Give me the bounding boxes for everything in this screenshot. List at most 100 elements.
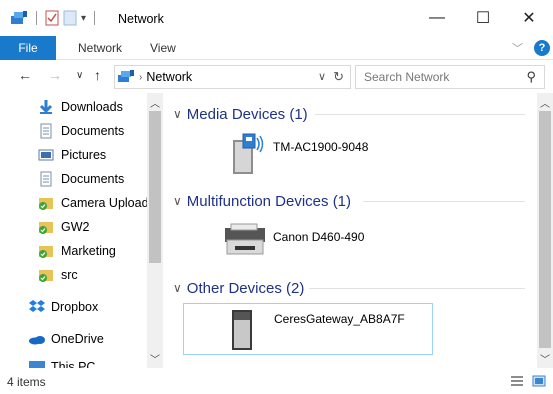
collapse-chevron-icon[interactable]: ∨ [173, 194, 182, 208]
quick-access-toolbar: ▾ [10, 10, 99, 26]
navigation-pane-scrollbar[interactable]: ︿ ﹀ [147, 93, 163, 368]
content-pane: ∨ Media Devices (1) TM-AC1900-9048 ∨ Mul… [163, 93, 537, 368]
group-title: Other Devices (2) [186, 279, 305, 297]
navigation-bar: ← → ∨ ↑ › Network ∨ ↻ ⚲ [0, 61, 553, 93]
sidebar-item-onedrive[interactable]: OneDrive [28, 328, 104, 350]
refresh-icon[interactable]: ↻ [333, 69, 344, 85]
toolbar-divider [94, 11, 96, 25]
synced-folder-icon [38, 195, 54, 211]
large-icons-view-icon[interactable] [532, 375, 546, 387]
search-icon[interactable]: ⚲ [526, 69, 536, 85]
close-icon: ✕ [522, 10, 536, 27]
address-dropdown-icon[interactable]: ∨ [318, 70, 326, 83]
title-bar: ▾ Network — ☐ ✕ [0, 0, 553, 36]
sidebar-item-label: Marketing [61, 244, 116, 258]
group-title: Multifunction Devices (1) [186, 192, 352, 210]
customize-toolbar-icon[interactable]: ▾ [81, 13, 86, 24]
ribbon-tabs: File Network View ﹀ ? [0, 36, 553, 60]
sidebar-item-label: Documents [61, 172, 125, 186]
group-divider [363, 201, 525, 202]
pictures-icon [38, 147, 54, 163]
breadcrumb-separator-icon[interactable]: › [139, 72, 142, 83]
sidebar-item-pictures[interactable]: Pictures 📌 [38, 144, 106, 166]
sidebar-item-downloads[interactable]: Downloads 📌 [38, 96, 123, 118]
group-header-multifunction-devices[interactable]: ∨ Multifunction Devices (1) [173, 190, 351, 212]
sidebar-item-label: OneDrive [51, 332, 104, 346]
item-count: 4 items [7, 375, 46, 389]
window-title: Network [118, 12, 164, 26]
group-title: Media Devices (1) [186, 105, 308, 123]
dropbox-icon [28, 299, 45, 315]
onedrive-icon [28, 331, 45, 347]
network-location-icon [118, 70, 134, 82]
back-arrow-icon[interactable]: ← [18, 67, 32, 83]
close-button[interactable]: ✕ [506, 4, 552, 32]
details-view-icon[interactable] [510, 375, 524, 387]
synced-folder-icon [38, 267, 54, 283]
sidebar-item-label: This PC [51, 360, 96, 368]
this-pc-icon [28, 359, 45, 368]
gateway-device-icon [232, 310, 252, 350]
scroll-down-icon[interactable]: ﹀ [150, 351, 160, 366]
expand-ribbon-chevron-icon[interactable]: ﹀ [512, 40, 523, 56]
download-icon [38, 99, 54, 115]
maximize-button[interactable]: ☐ [460, 4, 506, 32]
sidebar-item-marketing[interactable]: Marketing [38, 240, 116, 262]
device-item[interactable]: Canon D460-490 [183, 214, 433, 266]
sidebar-item-label: Pictures [61, 148, 107, 162]
collapse-chevron-icon[interactable]: ∨ [173, 281, 182, 295]
synced-folder-icon [38, 243, 54, 259]
search-box[interactable]: ⚲ [355, 65, 545, 89]
sidebar-item-gw2[interactable]: GW2 [38, 216, 89, 238]
sidebar-item-camera-uploads[interactable]: Camera Uploads [38, 192, 155, 214]
sidebar-item-this-pc[interactable]: This PC [28, 356, 95, 368]
device-label: CeresGateway_AB8A7F [274, 312, 405, 326]
help-icon[interactable]: ? [534, 40, 550, 56]
media-device-icon [233, 133, 264, 174]
group-header-other-devices[interactable]: ∨ Other Devices (2) [173, 277, 304, 299]
tab-file[interactable]: File [0, 36, 56, 60]
device-label: TM-AC1900-9048 [273, 140, 369, 154]
sidebar-item-documents-2[interactable]: Documents 📌 [38, 168, 124, 190]
forward-arrow-icon[interactable]: → [48, 67, 62, 83]
toolbar-divider [36, 11, 37, 25]
printer-icon [225, 223, 265, 255]
minimize-icon: — [429, 9, 445, 26]
tab-network[interactable]: Network [78, 36, 122, 60]
sidebar-item-label: Documents [61, 124, 125, 138]
sidebar-item-dropbox[interactable]: Dropbox [28, 296, 98, 318]
sidebar-item-documents[interactable]: Documents 📌 [38, 120, 124, 142]
group-divider [309, 288, 525, 289]
recent-locations-chevron-icon[interactable]: ∨ [76, 70, 83, 81]
group-header-media-devices[interactable]: ∨ Media Devices (1) [173, 103, 308, 125]
scrollbar-thumb[interactable] [149, 111, 161, 263]
scroll-up-icon[interactable]: ︿ [150, 95, 160, 110]
group-divider [315, 114, 525, 115]
properties-icon[interactable] [45, 10, 59, 26]
documents-icon [38, 171, 54, 187]
new-folder-icon[interactable] [63, 10, 77, 26]
device-item[interactable]: CeresGateway_AB8A7F [183, 303, 433, 355]
device-item[interactable]: TM-AC1900-9048 [183, 128, 433, 180]
sidebar-item-label: src [61, 268, 78, 282]
content-scrollbar[interactable]: ︿ ﹀ [537, 93, 553, 368]
documents-icon [38, 123, 54, 139]
up-arrow-icon[interactable]: ↑ [94, 67, 101, 83]
synced-folder-icon [38, 219, 54, 235]
navigation-pane: Downloads 📌 Documents 📌 Pictures 📌 Docum… [0, 93, 163, 368]
sidebar-item-label: Downloads [61, 100, 123, 114]
scrollbar-thumb[interactable] [539, 111, 551, 348]
minimize-button[interactable]: — [414, 4, 460, 32]
sidebar-item-src[interactable]: src [38, 264, 78, 286]
network-folder-icon[interactable] [10, 10, 28, 26]
scroll-up-icon[interactable]: ︿ [540, 95, 550, 110]
tab-view[interactable]: View [150, 36, 176, 60]
scroll-down-icon[interactable]: ﹀ [540, 351, 550, 366]
sidebar-item-label: Dropbox [51, 300, 99, 314]
status-bar: 4 items [0, 368, 553, 394]
address-bar[interactable]: › Network ∨ ↻ [114, 65, 351, 89]
sidebar-item-label: Camera Uploads [61, 196, 155, 210]
search-input[interactable] [356, 70, 516, 84]
collapse-chevron-icon[interactable]: ∨ [173, 107, 182, 121]
breadcrumb-network[interactable]: Network [146, 70, 192, 84]
